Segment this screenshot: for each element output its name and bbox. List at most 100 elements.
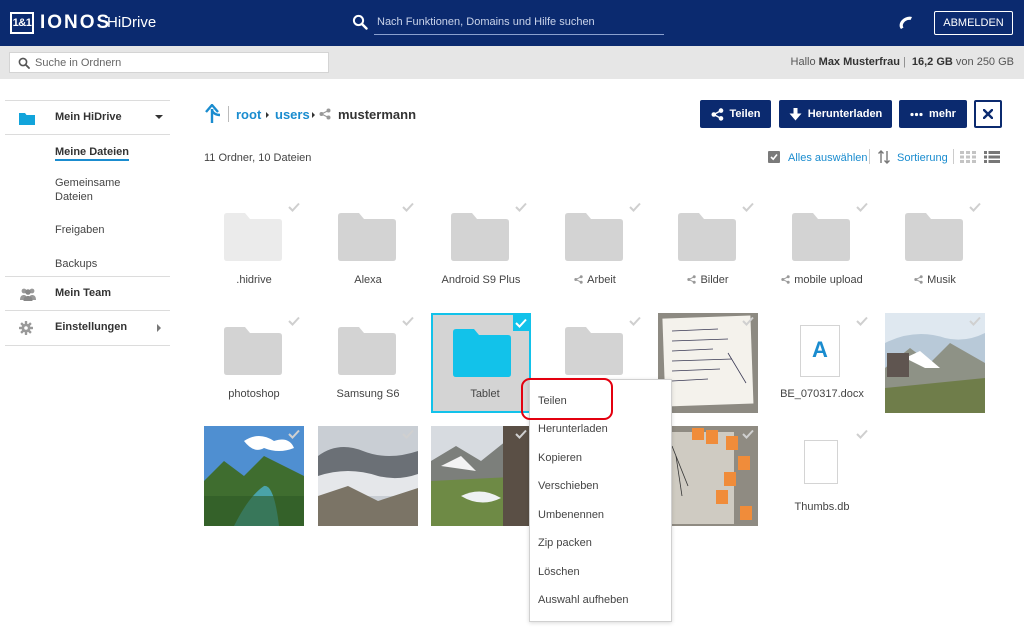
check-icon[interactable] <box>629 202 641 212</box>
check-icon[interactable] <box>288 202 300 212</box>
item-name: photoshop <box>190 388 318 400</box>
folder-search-input[interactable] <box>35 53 325 72</box>
sidebar-item-shares[interactable]: Freigaben <box>5 224 170 252</box>
breadcrumb-users[interactable]: users <box>275 107 310 122</box>
global-search-input[interactable] <box>374 10 664 35</box>
close-button[interactable] <box>974 100 1002 128</box>
folder-tile[interactable]: .hidrive <box>204 199 304 299</box>
folder-icon <box>678 213 736 261</box>
folder-tile[interactable]: Samsung S6 <box>318 313 418 413</box>
folder-tile[interactable]: Tablet <box>431 313 531 413</box>
sidebar-item-my-hidrive[interactable]: Mein HiDrive <box>5 100 170 135</box>
folder-icon <box>565 327 623 375</box>
list-view-icon[interactable] <box>984 151 1000 163</box>
folder-tile[interactable]: Arbeit <box>545 199 645 299</box>
folder-icon <box>792 213 850 261</box>
check-icon[interactable] <box>742 316 754 326</box>
item-name-text: Bilder <box>700 274 729 286</box>
chevron-down-icon[interactable] <box>155 115 163 119</box>
check-icon[interactable] <box>402 202 414 212</box>
file-tile[interactable] <box>885 313 985 413</box>
check-icon[interactable] <box>515 202 527 212</box>
folder-tile[interactable]: photoshop <box>204 313 304 413</box>
sidebar-item-settings[interactable]: Einstellungen <box>5 311 170 346</box>
check-icon[interactable] <box>969 202 981 212</box>
check-icon[interactable] <box>969 316 981 326</box>
share-icon <box>781 275 790 284</box>
folder-tile[interactable]: mobile upload <box>772 199 872 299</box>
sort-icon[interactable] <box>878 150 890 164</box>
close-icon <box>983 109 993 119</box>
search-icon[interactable] <box>352 14 368 30</box>
context-item-rename[interactable]: Umbenennen <box>538 509 604 521</box>
greeting: Hallo <box>790 56 816 68</box>
file-tile[interactable] <box>318 426 418 526</box>
item-name-text: Musik <box>927 274 956 286</box>
check-icon[interactable] <box>402 316 414 326</box>
item-name-text: photoshop <box>228 388 280 400</box>
item-name-text: Tablet <box>470 388 500 400</box>
breadcrumb-caret-icon <box>312 112 315 118</box>
sort-link[interactable]: Sortierung <box>897 152 948 164</box>
context-item-delete[interactable]: Löschen <box>538 566 580 578</box>
check-icon[interactable] <box>629 316 641 326</box>
back-arrow-icon[interactable] <box>204 104 222 124</box>
phone-icon[interactable] <box>897 14 915 32</box>
sidebar-item-my-files[interactable]: Meine Dateien <box>5 146 170 170</box>
sidebar-item-backups[interactable]: Backups <box>5 258 170 276</box>
share-button[interactable]: Teilen <box>700 100 771 128</box>
context-item-download[interactable]: Herunterladen <box>538 423 608 435</box>
sidebar-item-label: Mein HiDrive <box>55 111 122 123</box>
file-tile[interactable] <box>658 313 758 413</box>
file-tile[interactable] <box>658 426 758 526</box>
folder-tile[interactable]: Android S9 Plus <box>431 199 531 299</box>
select-all-link[interactable]: Alles auswählen <box>788 152 868 164</box>
chevron-right-icon[interactable] <box>157 324 161 332</box>
item-name: Alexa <box>304 274 432 286</box>
download-icon <box>789 107 802 120</box>
item-name: Arbeit <box>531 274 659 286</box>
share-icon <box>914 275 923 284</box>
context-item-copy[interactable]: Kopieren <box>538 452 582 464</box>
breadcrumb-root[interactable]: root <box>236 107 261 122</box>
more-button[interactable]: mehr <box>899 100 967 128</box>
file-tile[interactable] <box>431 426 531 526</box>
context-item-zip[interactable]: Zip packen <box>538 537 592 549</box>
sidebar-item-label: Freigaben <box>55 224 105 236</box>
file-tile[interactable]: Thumbs.db <box>772 426 872 526</box>
check-icon[interactable] <box>856 202 868 212</box>
check-icon[interactable] <box>742 202 754 212</box>
highlight-marker <box>521 378 613 420</box>
sidebar-item-shared-files[interactable]: Gemeinsame Dateien <box>5 176 135 216</box>
sidebar-item-team[interactable]: Mein Team <box>5 276 170 311</box>
check-icon[interactable] <box>288 429 300 439</box>
folder-tile[interactable]: Alexa <box>318 199 418 299</box>
check-icon[interactable] <box>742 429 754 439</box>
check-icon[interactable] <box>515 429 527 439</box>
folder-search[interactable] <box>9 52 329 73</box>
logo-box: 1&1 <box>10 12 34 34</box>
grid-view-icon[interactable] <box>960 151 976 163</box>
check-icon[interactable] <box>288 316 300 326</box>
item-name: BE_070317.docx <box>758 388 886 400</box>
check-icon[interactable] <box>402 429 414 439</box>
check-icon[interactable] <box>856 316 868 326</box>
logout-button[interactable]: ABMELDEN <box>934 11 1013 35</box>
download-button[interactable]: Herunterladen <box>779 100 892 128</box>
context-item-move[interactable]: Verschieben <box>538 480 599 492</box>
context-item-deselect[interactable]: Auswahl aufheben <box>538 594 629 606</box>
folder-icon <box>451 213 509 261</box>
folder-tile[interactable]: Bilder <box>658 199 758 299</box>
select-all-checkbox[interactable] <box>768 151 780 163</box>
folder-icon <box>338 327 396 375</box>
folder-icon <box>224 213 282 261</box>
folder-icon <box>453 329 511 377</box>
item-name-text: .hidrive <box>236 274 272 286</box>
folder-tile[interactable]: Musik <box>885 199 985 299</box>
check-icon[interactable] <box>515 318 527 328</box>
file-tile[interactable] <box>204 426 304 526</box>
item-name-text: Thumbs.db <box>794 501 850 513</box>
file-tile[interactable]: A BE_070317.docx <box>772 313 872 413</box>
check-icon[interactable] <box>856 429 868 439</box>
download-button-label: Herunterladen <box>807 108 883 120</box>
